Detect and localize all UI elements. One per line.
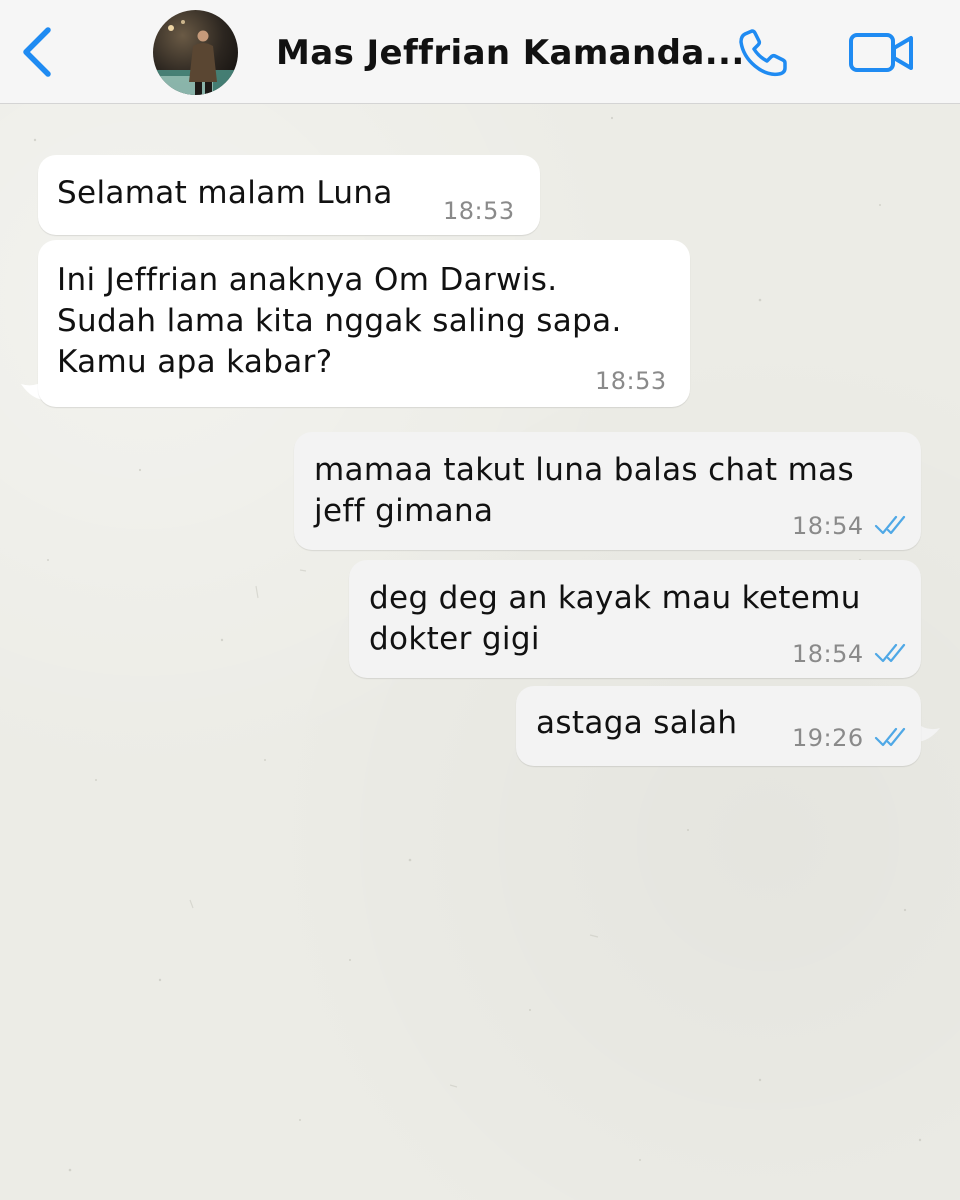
message-text: Ini Jeffrian anaknya Om Darwis. Sudah la… [57, 262, 622, 380]
message-text: Selamat malam Luna [57, 175, 393, 211]
incoming-message[interactable]: Ini Jeffrian anaknya Om Darwis. Sudah la… [38, 240, 690, 407]
outgoing-message[interactable]: astaga salah 19:26 [516, 686, 921, 766]
chat-header: Mas Jeffrian Kamanda... [0, 0, 960, 104]
phone-icon [739, 29, 787, 77]
message-time: 18:53 [595, 367, 667, 395]
contact-avatar[interactable] [153, 10, 238, 95]
contact-name[interactable]: Mas Jeffrian Kamanda... [276, 30, 744, 76]
outgoing-message[interactable]: deg deg an kayak mau ketemu dokter gigi … [349, 560, 921, 678]
message-time: 18:54 [792, 640, 864, 668]
message-time: 18:53 [443, 197, 515, 225]
avatar-photo [153, 10, 238, 95]
message-text: mamaa takut luna balas chat mas jeff gim… [314, 452, 854, 529]
message-text: deg deg an kayak mau ketemu dokter gigi [369, 580, 861, 657]
read-receipt-icon [874, 727, 906, 747]
video-camera-icon [849, 33, 913, 72]
video-call-button[interactable] [848, 30, 916, 76]
read-receipt-icon [874, 515, 906, 535]
chevron-left-icon [23, 27, 51, 77]
read-receipt-icon [874, 643, 906, 663]
message-text: astaga salah [536, 705, 738, 741]
incoming-message[interactable]: Selamat malam Luna 18:53 [38, 155, 540, 235]
voice-call-button[interactable] [735, 26, 793, 80]
outgoing-message[interactable]: mamaa takut luna balas chat mas jeff gim… [294, 432, 921, 550]
back-button[interactable] [16, 24, 60, 80]
message-time: 19:26 [792, 724, 864, 752]
message-time: 18:54 [792, 512, 864, 540]
